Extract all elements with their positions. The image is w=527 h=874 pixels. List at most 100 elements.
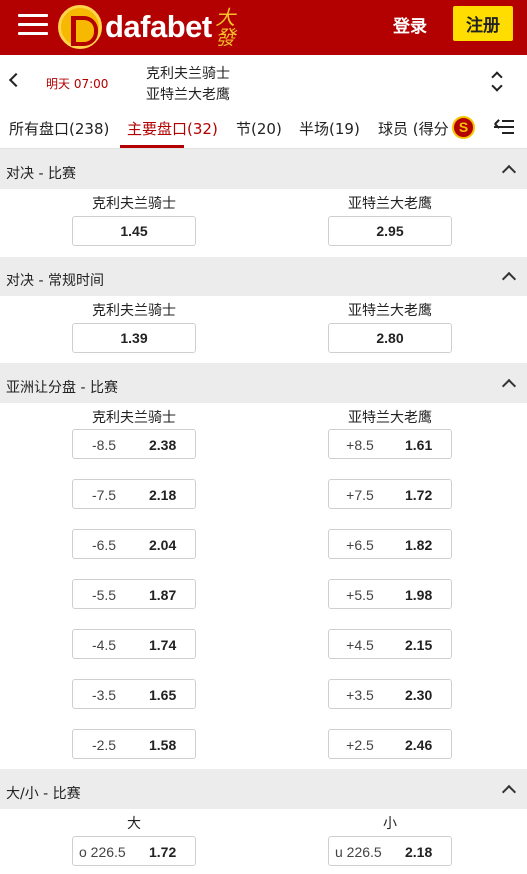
handicap-line: -4.5 <box>91 637 117 653</box>
chevron-up-icon[interactable] <box>501 271 517 287</box>
handicap-line: +5.5 <box>346 587 374 603</box>
total-line: u 226.5 <box>335 844 382 860</box>
home-column-label: 克利夫兰骑士 <box>92 196 176 212</box>
handicap-odds-button[interactable]: -7.5 2.18 <box>72 479 196 509</box>
section-title: 亚洲让分盘 - 比赛 <box>6 380 118 396</box>
odds-price: 2.04 <box>149 537 177 553</box>
away-column-label: 亚特兰大老鹰 <box>348 196 432 212</box>
asian-handicap-body: 克利夫兰骑士 亚特兰大老鹰 -8.5 2.38 +8.5 1.61 -7.5 2.18… <box>0 403 527 769</box>
handicap-line: -5.5 <box>91 587 117 603</box>
odds-price: 1.39 <box>120 330 148 346</box>
odds-price: 2.15 <box>405 637 433 653</box>
handicap-line: -7.5 <box>91 487 117 503</box>
handicap-odds-button[interactable]: +4.5 2.15 <box>328 629 452 659</box>
special-badge-icon[interactable]: S <box>452 116 475 139</box>
tab-all-markets[interactable]: 所有盘口(238) <box>9 118 109 139</box>
odds-price: 2.18 <box>149 487 177 503</box>
chevron-up-icon[interactable] <box>501 784 517 800</box>
handicap-line: +8.5 <box>346 437 374 453</box>
register-button[interactable]: 注册 <box>453 6 513 41</box>
odds-price: 1.74 <box>149 637 177 653</box>
over-under-body: 大 小 o 226.5 1.72 u 226.5 2.18 <box>0 809 527 874</box>
handicap-odds-button[interactable]: -6.5 2.04 <box>72 529 196 559</box>
total-line: o 226.5 <box>79 844 126 860</box>
handicap-line: -3.5 <box>91 687 117 703</box>
handicap-odds-button[interactable]: -2.5 1.58 <box>72 729 196 759</box>
odds-price: 1.61 <box>405 437 433 453</box>
handicap-odds-button[interactable]: -8.5 2.38 <box>72 429 196 459</box>
moneyline-regular-body: 克利夫兰骑士 亚特兰大老鹰 1.39 2.80 <box>0 296 527 363</box>
odds-price: 1.65 <box>149 687 177 703</box>
odds-price: 1.45 <box>120 223 148 239</box>
total-odds-button[interactable]: u 226.5 2.18 <box>328 836 452 866</box>
section-header[interactable]: 亚洲让分盘 - 比赛 <box>0 367 527 403</box>
handicap-odds-button[interactable]: -4.5 1.74 <box>72 629 196 659</box>
home-team-name: 克利夫兰骑士 <box>146 66 230 82</box>
handicap-line: -8.5 <box>91 437 117 453</box>
section-header[interactable]: 对决 - 比赛 <box>0 153 527 189</box>
odds-button[interactable]: 1.39 <box>72 323 196 353</box>
chevron-up-icon[interactable] <box>501 164 517 180</box>
section-title: 对决 - 比赛 <box>6 166 76 182</box>
hamburger-menu-icon[interactable] <box>18 14 48 38</box>
odds-price: 1.58 <box>149 737 177 753</box>
tab-main-markets[interactable]: 主要盘口(32) <box>127 118 218 139</box>
active-tab-indicator <box>120 145 184 148</box>
section-header[interactable]: 大/小 - 比赛 <box>0 773 527 809</box>
odds-button[interactable]: 2.80 <box>328 323 452 353</box>
back-arrow-icon[interactable] <box>8 73 20 87</box>
login-button[interactable]: 登录 <box>393 12 427 37</box>
over-column-label: 大 <box>127 816 141 832</box>
market-tabs: 所有盘口(238) 主要盘口(32) 节(20) 半场(19) 球员 (得分 S <box>0 107 527 149</box>
odds-button[interactable]: 1.45 <box>72 216 196 246</box>
total-odds-button[interactable]: o 226.5 1.72 <box>72 836 196 866</box>
handicap-line: +3.5 <box>346 687 374 703</box>
handicap-odds-button[interactable]: -5.5 1.87 <box>72 579 196 609</box>
handicap-line: -2.5 <box>91 737 117 753</box>
chevron-up-icon[interactable] <box>501 378 517 394</box>
logo-emblem-icon <box>58 5 102 49</box>
tab-player-points[interactable]: 球员 (得分 <box>378 118 449 139</box>
odds-button[interactable]: 2.95 <box>328 216 452 246</box>
handicap-odds-button[interactable]: +2.5 2.46 <box>328 729 452 759</box>
odds-price: 1.82 <box>405 537 433 553</box>
section-title: 大/小 - 比赛 <box>6 786 81 802</box>
handicap-odds-button[interactable]: +6.5 1.82 <box>328 529 452 559</box>
odds-price: 2.95 <box>376 223 404 239</box>
under-column-label: 小 <box>383 816 397 832</box>
odds-price: 2.46 <box>405 737 433 753</box>
handicap-line: +7.5 <box>346 487 374 503</box>
away-column-label: 亚特兰大老鹰 <box>348 303 432 319</box>
match-switch-icon[interactable] <box>490 70 502 92</box>
odds-price: 1.72 <box>405 487 433 503</box>
handicap-line: -6.5 <box>91 537 117 553</box>
home-column-label: 克利夫兰骑士 <box>92 303 176 319</box>
logo-cjk: 大發 <box>211 7 236 47</box>
away-team-name: 亚特兰大老鹰 <box>146 87 230 103</box>
handicap-line: +4.5 <box>346 637 374 653</box>
handicap-odds-button[interactable]: +7.5 1.72 <box>328 479 452 509</box>
section-header[interactable]: 对决 - 常规时间 <box>0 260 527 296</box>
handicap-odds-button[interactable]: -3.5 1.65 <box>72 679 196 709</box>
handicap-odds-button[interactable]: +8.5 1.61 <box>328 429 452 459</box>
handicap-odds-button[interactable]: +3.5 2.30 <box>328 679 452 709</box>
moneyline-match-body: 克利夫兰骑士 亚特兰大老鹰 1.45 2.95 <box>0 189 527 257</box>
odds-price: 2.38 <box>149 437 177 453</box>
odds-price: 1.87 <box>149 587 177 603</box>
top-header: dafabet 大發 登录 注册 <box>0 0 527 55</box>
match-bar: 明天 07:00 克利夫兰骑士 亚特兰大老鹰 <box>0 55 527 107</box>
dafabet-logo[interactable]: dafabet 大發 <box>58 4 236 50</box>
handicap-odds-button[interactable]: +5.5 1.98 <box>328 579 452 609</box>
filter-list-icon[interactable] <box>494 119 514 135</box>
odds-price: 2.80 <box>376 330 404 346</box>
handicap-line: +2.5 <box>346 737 374 753</box>
odds-price: 1.72 <box>149 844 177 860</box>
odds-price: 1.98 <box>405 587 433 603</box>
tab-quarters[interactable]: 节(20) <box>236 118 282 139</box>
match-time: 明天 07:00 <box>46 77 109 91</box>
handicap-line: +6.5 <box>346 537 374 553</box>
tab-half[interactable]: 半场(19) <box>299 118 360 139</box>
odds-price: 2.30 <box>405 687 433 703</box>
section-title: 对决 - 常规时间 <box>6 273 104 289</box>
home-column-label: 克利夫兰骑士 <box>92 410 176 426</box>
